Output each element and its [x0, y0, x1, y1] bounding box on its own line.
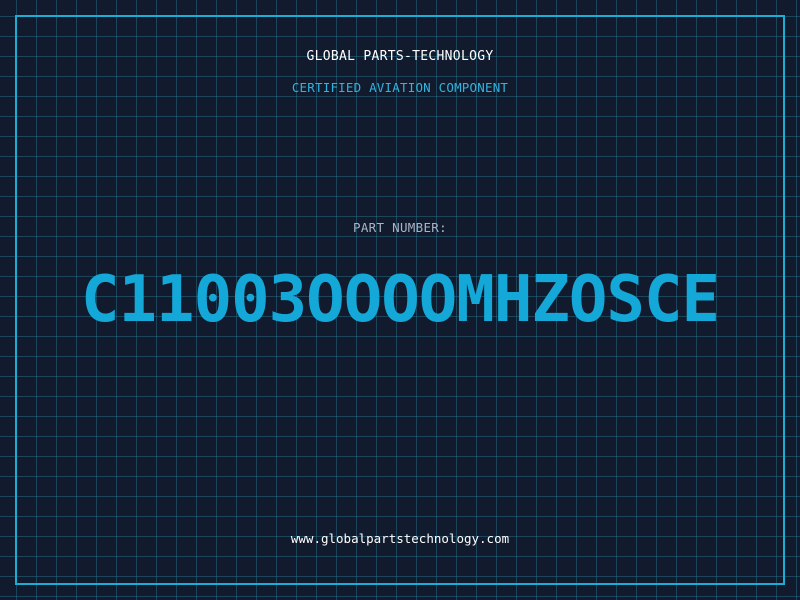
- website-url: www.globalpartstechnology.com: [290, 531, 510, 546]
- label-card: GLOBAL PARTS-TECHNOLOGY CERTIFIED AVIATI…: [0, 0, 800, 600]
- certification-subtitle: CERTIFIED AVIATION COMPONENT: [291, 80, 509, 95]
- company-name: GLOBAL PARTS-TECHNOLOGY: [306, 49, 494, 64]
- part-number-label: PART NUMBER:: [353, 220, 447, 235]
- part-number-value: C11003OOOOMHZOSCE: [80, 263, 720, 337]
